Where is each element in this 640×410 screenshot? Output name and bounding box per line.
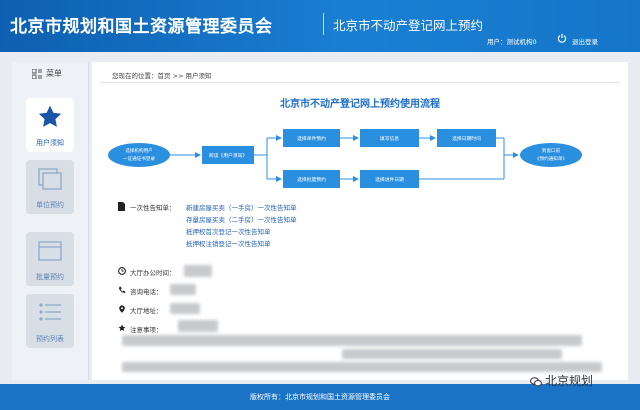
flow-fill-info-node: 填写信息: [360, 129, 419, 147]
notice-link-new-house[interactable]: 新建房屋买卖（一手房）一次性告知单: [186, 202, 297, 212]
sidebar-item-label: 预约列表: [36, 335, 64, 343]
window-icon: [38, 241, 62, 261]
office-hours-label: 大厅办公时间：: [130, 269, 176, 277]
star-bullet-icon: [118, 324, 126, 332]
sidebar-item-label: 单位预约: [36, 201, 64, 209]
flow-single-booking-label: 选择单件预约: [297, 135, 326, 142]
flow-start-node: 选择机构用户 一证通证书登录: [108, 143, 170, 167]
notice-link-mortgage-cancel[interactable]: 抵押权注销登记一次性告知单: [186, 238, 271, 248]
system-title: 北京市不动产登记网上预约: [333, 18, 484, 33]
sidebar-item-booking-list[interactable]: 预约列表: [26, 294, 74, 348]
document-stack-icon: [38, 168, 62, 190]
flow-fill-info-label: 填写信息: [380, 135, 399, 142]
header-divider: [323, 13, 324, 35]
watermark: 北京规划: [530, 372, 593, 389]
process-flowchart: 选择机构用户 一证通证书登录 阅读《用户须知》 选择单件预约 填写信息 选择日期…: [108, 129, 582, 188]
sidebar-item-label: 用户须知: [36, 139, 64, 147]
app-header: 北京市规划和国土资源管理委员会 北京市不动产登记网上预约 用户：测试机构0 退出…: [0, 0, 640, 52]
flow-select-intake-date-label: 选择进件日期: [375, 176, 404, 183]
document-icon: [118, 202, 125, 211]
flow-read-notice-label: 阅读《用户须知》: [209, 152, 247, 159]
notes-redacted-line-1: [122, 335, 582, 346]
watermark-text: 北京规划: [545, 374, 594, 388]
phone-icon: [119, 286, 126, 293]
org-title: 北京市规划和国土资源管理委员会: [10, 17, 273, 37]
grid-menu-icon: [32, 68, 42, 79]
flow-start-line1: 选择机构用户: [125, 147, 153, 154]
wechat-icon: [530, 376, 542, 386]
phone-value-redacted: [170, 284, 196, 295]
notes-redacted-line-3: [122, 362, 602, 372]
notes-redacted-line-2: [342, 349, 562, 359]
flow-read-notice-node: 阅读《用户须知》: [202, 146, 254, 164]
sidebar-item-label: 批量预约: [36, 273, 64, 281]
power-icon[interactable]: [557, 33, 567, 43]
menu-header[interactable]: 菜单: [12, 62, 88, 86]
notice-link-second-hand[interactable]: 存量房屋买卖（二手房）一次性告知单: [186, 214, 297, 224]
flow-single-booking-node: 选择单件预约: [283, 129, 340, 147]
sidebar-item-unit-booking[interactable]: 单位预约: [26, 160, 74, 214]
flow-end-line1: 到窗口前: [542, 147, 561, 154]
flow-batch-booking-node: 选择批量预约: [283, 170, 340, 188]
main-content: 您现在的位置：首页 >> 用户须知 北京市不动产登记网上预约使用流程 选择机构用…: [92, 62, 628, 380]
flow-select-date-node: 选择日期时间: [437, 129, 496, 147]
office-hours-value-redacted: [184, 265, 212, 277]
logout-button[interactable]: 退出登录: [572, 36, 598, 46]
copyright-text: 版权所有：北京市规划和国土资源管理委员会: [250, 393, 390, 401]
notice-link-mortgage-first[interactable]: 抵押权首次登记一次性告知单: [186, 226, 271, 236]
flow-select-date-label: 选择日期时间: [452, 135, 481, 142]
address-value-redacted: [170, 303, 200, 314]
phone-label: 咨询电话：: [130, 288, 163, 296]
notes-value-redacted: [178, 320, 218, 332]
flow-select-intake-date-node: 选择进件日期: [360, 170, 419, 188]
flow-start-line2: 一证通证书登录: [123, 155, 156, 162]
sidebar-item-user-notice[interactable]: 用户须知: [26, 98, 74, 152]
sidebar: 菜单 用户须知 单位预约 批量预约 预约列表: [12, 62, 89, 380]
flow-end-line2: 《预约通知单》: [535, 155, 567, 162]
notes-label: 注意事项：: [130, 326, 163, 334]
flow-end-node: 到窗口前 《预约通知单》: [520, 143, 582, 167]
notice-label: 一次性告知单：: [130, 204, 176, 212]
menu-label: 菜单: [46, 69, 62, 78]
location-pin-icon: [119, 305, 125, 313]
clock-icon: [118, 267, 126, 275]
list-icon: [39, 303, 61, 321]
current-user: 用户：测试机构0: [487, 38, 537, 46]
address-label: 大厅地址：: [130, 307, 163, 315]
sidebar-item-batch-booking[interactable]: 批量预约: [26, 232, 74, 286]
flow-batch-booking-label: 选择批量预约: [297, 176, 326, 183]
star-icon: [38, 105, 62, 127]
